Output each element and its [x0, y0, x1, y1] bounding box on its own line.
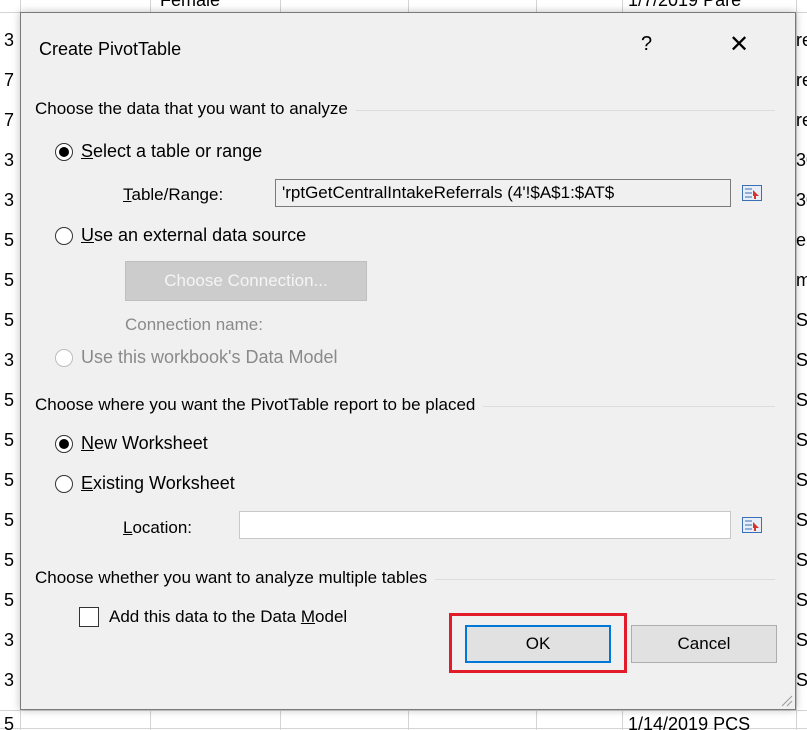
radio-unchecked-icon — [55, 226, 73, 245]
select-table-radio[interactable]: Select a table or range — [55, 141, 262, 162]
cell-left-digit[interactable]: 5 — [4, 310, 14, 330]
cell-left-digit[interactable]: 3 — [4, 30, 14, 50]
radio-checked-icon — [55, 142, 73, 161]
location-collapse-button[interactable] — [739, 512, 765, 538]
create-pivottable-dialog: Create PivotTable ? ✕ Choose the data th… — [20, 12, 796, 710]
cell-left-digit[interactable]: 5 — [4, 470, 14, 490]
cell-right-text[interactable]: e — [796, 230, 806, 250]
cell-left-digit[interactable]: 5 — [4, 230, 14, 250]
new-worksheet-label: New Worksheet — [81, 433, 208, 453]
close-icon[interactable]: ✕ — [729, 33, 749, 57]
location-label: Location: — [123, 518, 193, 537]
cell-right-text[interactable]: 30 — [796, 190, 807, 210]
cell-right-text[interactable]: S — [796, 670, 807, 690]
add-data-model-checkbox[interactable] — [79, 607, 99, 627]
data-model-radio[interactable]: Use this workbook's Data Model — [55, 347, 338, 368]
cell-left-digit[interactable]: 5 — [4, 270, 14, 290]
cell-left-digit[interactable]: 5 — [4, 590, 14, 610]
radio-checked-icon — [55, 434, 73, 453]
add-data-model-label: Add this data to the Data Model — [109, 607, 348, 626]
cancel-button[interactable]: Cancel — [631, 625, 777, 663]
cell-right-text[interactable]: S — [796, 510, 807, 530]
analyze-group-label: Choose the data that you want to analyze — [35, 99, 356, 119]
cell-left-digit[interactable]: 5 — [4, 390, 14, 410]
ok-button[interactable]: OK — [465, 625, 611, 663]
radio-unchecked-icon — [55, 474, 73, 493]
radio-disabled-icon — [55, 348, 73, 367]
data-model-label: Use this workbook's Data Model — [81, 347, 338, 367]
cell-right-text[interactable]: S — [796, 430, 807, 450]
table-range-collapse-button[interactable] — [739, 180, 765, 206]
table-range-label: Table/Range: — [123, 185, 224, 204]
cell-left-digit[interactable]: 7 — [4, 110, 14, 130]
cell-right-text[interactable]: S — [796, 350, 807, 370]
location-input[interactable] — [239, 511, 731, 539]
collapse-dialog-icon — [742, 517, 762, 533]
collapse-dialog-icon — [742, 185, 762, 201]
cell-right-text[interactable]: S — [796, 470, 807, 490]
cell-top-date[interactable]: 1/7/2019 Pare — [628, 0, 741, 10]
cell-right-text[interactable]: S — [796, 550, 807, 570]
cell-right-text[interactable]: 30 — [796, 150, 807, 170]
cell-right-text[interactable]: re — [796, 70, 807, 90]
cell-left-digit[interactable]: 5 — [4, 550, 14, 570]
cell-right-text[interactable]: S — [796, 590, 807, 610]
cell-bottom-left[interactable]: 5 — [4, 714, 14, 730]
cell-left-digit[interactable]: 3 — [4, 630, 14, 650]
external-source-label: Use an external data source — [81, 225, 307, 245]
existing-worksheet-radio[interactable]: Existing Worksheet — [55, 473, 235, 494]
multiple-tables-group-label: Choose whether you want to analyze multi… — [35, 568, 436, 588]
cell-left-digit[interactable]: 3 — [4, 150, 14, 170]
cell-left-digit[interactable]: 5 — [4, 430, 14, 450]
choose-connection-button[interactable]: Choose Connection... — [125, 261, 367, 301]
cell-left-digit[interactable]: 3 — [4, 190, 14, 210]
select-table-label: Select a table or range — [81, 141, 263, 161]
cell-left-digit[interactable]: 3 — [4, 670, 14, 690]
cell-right-text[interactable]: m — [796, 270, 807, 290]
help-icon[interactable]: ? — [641, 33, 652, 56]
table-range-input[interactable]: 'rptGetCentralIntakeReferrals (4'!$A$1:$… — [275, 179, 731, 207]
cell-left-digit[interactable]: 7 — [4, 70, 14, 90]
existing-worksheet-label: Existing Worksheet — [81, 473, 235, 493]
cell-top-gender[interactable]: Female — [160, 0, 220, 10]
placement-group-label: Choose where you want the PivotTable rep… — [35, 395, 484, 415]
dialog-title: Create PivotTable — [39, 39, 182, 59]
connection-name-label: Connection name: — [125, 315, 263, 334]
cell-right-text[interactable]: re — [796, 110, 807, 130]
cell-right-text[interactable]: re — [796, 30, 807, 50]
external-source-radio[interactable]: Use an external data source — [55, 225, 306, 246]
resize-grip-icon[interactable] — [779, 693, 793, 707]
cell-right-text[interactable]: S — [796, 310, 807, 330]
cell-left-digit[interactable]: 5 — [4, 510, 14, 530]
new-worksheet-radio[interactable]: New Worksheet — [55, 433, 208, 454]
cell-left-digit[interactable]: 3 — [4, 350, 14, 370]
cell-bottom-date[interactable]: 1/14/2019 PCS — [628, 714, 750, 730]
cell-right-text[interactable]: S — [796, 390, 807, 410]
cell-right-text[interactable]: S — [796, 630, 807, 650]
